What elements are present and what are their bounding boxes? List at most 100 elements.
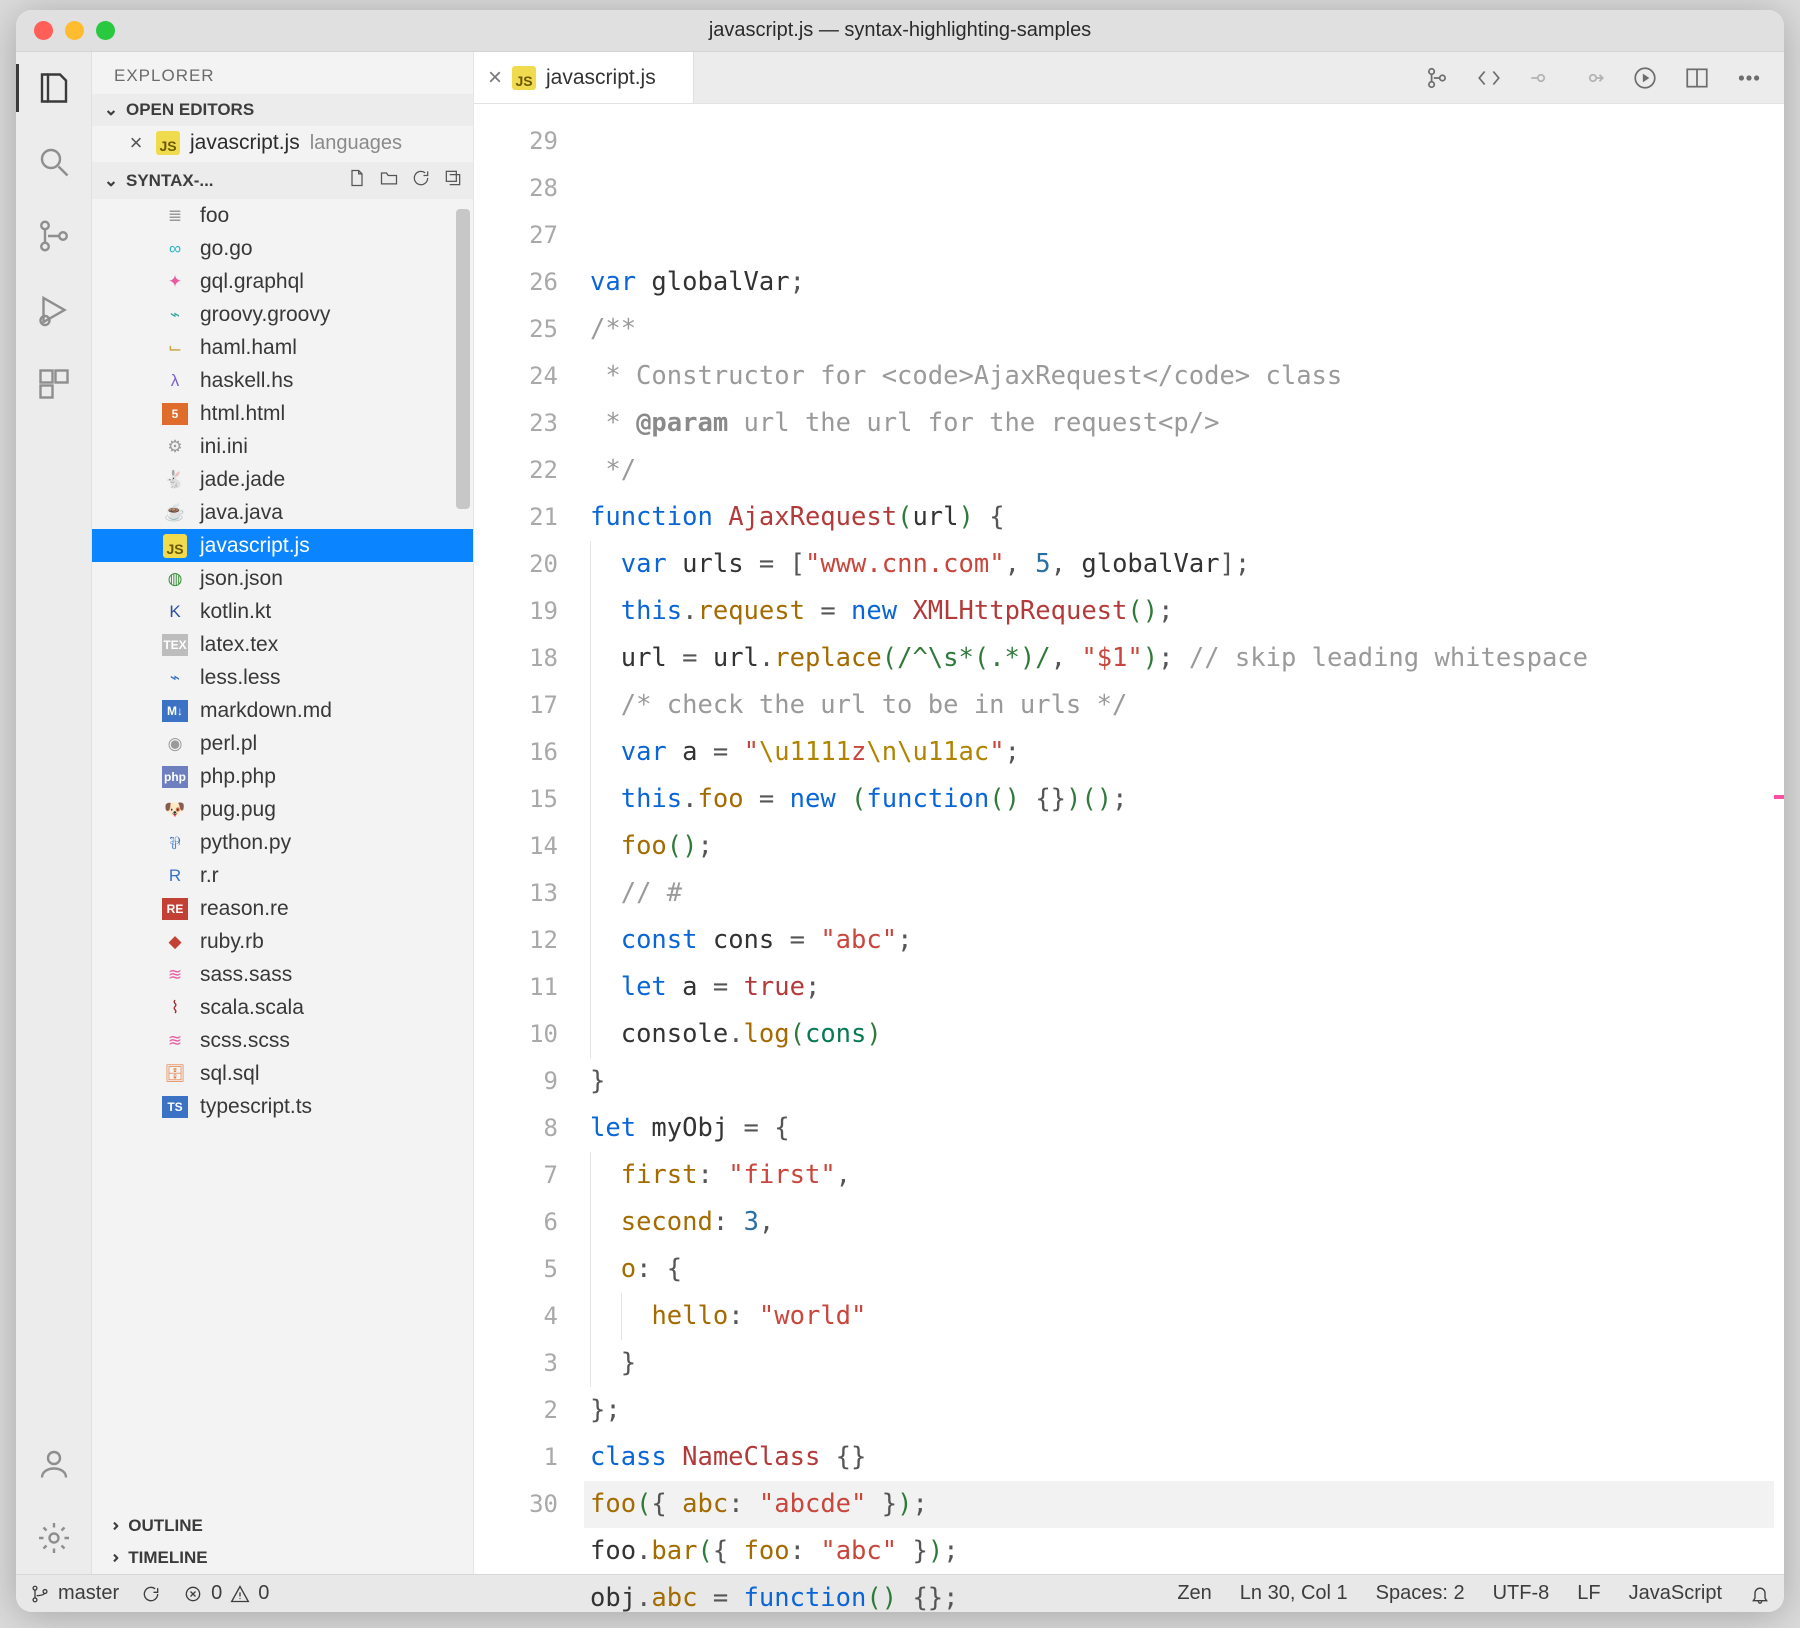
file-icon: λ (162, 370, 188, 392)
refresh-icon[interactable] (411, 168, 431, 193)
folder-toolbar (347, 168, 463, 193)
explorer-activity-icon[interactable] (34, 68, 74, 108)
tab-javascript[interactable]: × JS javascript.js (474, 52, 694, 103)
file-row[interactable]: 🐶 pug.pug (92, 793, 473, 826)
outline-header[interactable]: ⌄ OUTLINE (92, 1510, 473, 1542)
file-row[interactable]: ◉perl.pl (92, 727, 473, 760)
file-icon: ◍ (162, 568, 188, 590)
problems-status[interactable]: 0 0 (183, 1582, 269, 1605)
new-file-icon[interactable] (347, 168, 367, 193)
file-name: markdown.md (200, 699, 332, 723)
folder-label: SYNTAX-... (126, 171, 214, 191)
chevron-right-icon: ⌄ (103, 1551, 123, 1565)
file-name: jade.jade (200, 468, 285, 492)
file-icon: ⌁ (162, 667, 188, 689)
file-row[interactable]: λhaskell.hs (92, 364, 473, 397)
tab-bar: × JS javascript.js (474, 52, 1784, 104)
minimize-window-button[interactable] (65, 21, 84, 40)
next-change-icon[interactable] (1580, 65, 1606, 91)
zoom-window-button[interactable] (96, 21, 115, 40)
scrollbar-thumb[interactable] (456, 209, 470, 509)
file-row[interactable]: ⚙ini.ini (92, 430, 473, 463)
warning-count: 0 (258, 1582, 269, 1605)
close-editor-icon[interactable]: × (126, 130, 146, 156)
file-name: sql.sql (200, 1062, 260, 1086)
accounts-activity-icon[interactable] (34, 1444, 74, 1484)
file-row[interactable]: ≋scss.scss (92, 1024, 473, 1057)
file-row[interactable]: RE reason.re (92, 892, 473, 925)
collapse-all-icon[interactable] (443, 168, 463, 193)
close-window-button[interactable] (34, 21, 53, 40)
extensions-activity-icon[interactable] (34, 364, 74, 404)
file-row[interactable]: ✦gql.graphql (92, 265, 473, 298)
more-actions-icon[interactable] (1736, 65, 1762, 91)
file-row[interactable]: ⌇ scala.scala (92, 991, 473, 1024)
file-row[interactable]: ≋sass.sass (92, 958, 473, 991)
file-row[interactable]: ⌙haml.haml (92, 331, 473, 364)
file-icon: 🐶 (162, 799, 188, 821)
run-icon[interactable] (1632, 65, 1658, 91)
file-row[interactable]: Rr.r (92, 859, 473, 892)
file-row[interactable]: TStypescript.ts (92, 1090, 473, 1123)
open-changes-icon[interactable] (1476, 65, 1502, 91)
file-tree[interactable]: ≣foo ∞ go.go ✦gql.graphql⌁groovy.groovy⌙ham… (92, 199, 473, 1510)
app-window: javascript.js — syntax-highlighting-samp… (16, 10, 1784, 1612)
folder-header[interactable]: ⌄ SYNTAX-... (92, 162, 473, 199)
file-name: python.py (200, 831, 291, 855)
file-row[interactable]: ☕java.java (92, 496, 473, 529)
file-row[interactable]: ≣foo (92, 199, 473, 232)
file-name: go.go (200, 237, 253, 261)
overview-ruler[interactable] (1776, 104, 1784, 1574)
code-editor[interactable]: 2928272625242322212019181716151413121110… (474, 104, 1784, 1574)
timeline-header[interactable]: ⌄ TIMELINE (92, 1542, 473, 1574)
editor-area: × JS javascript.js 292827262524232221201… (474, 52, 1784, 1574)
file-row[interactable]: TEXlatex.tex (92, 628, 473, 661)
prev-change-icon[interactable] (1528, 65, 1554, 91)
sync-status[interactable] (141, 1584, 161, 1604)
file-row[interactable]: 🗄sql.sql (92, 1057, 473, 1090)
file-icon: ⅌ (162, 832, 188, 854)
compare-icon[interactable] (1424, 65, 1450, 91)
close-tab-icon[interactable]: × (488, 64, 502, 92)
outline-label: OUTLINE (128, 1516, 203, 1536)
file-row[interactable]: ◍ json.json (92, 562, 473, 595)
run-debug-activity-icon[interactable] (34, 290, 74, 330)
file-icon: RE (162, 898, 188, 920)
file-row[interactable]: ∞ go.go (92, 232, 473, 265)
file-row[interactable]: ⌁less.less (92, 661, 473, 694)
file-name: json.json (200, 567, 283, 591)
branch-name: master (58, 1582, 119, 1605)
source-control-activity-icon[interactable] (34, 216, 74, 256)
file-icon: ⚙ (162, 436, 188, 458)
search-activity-icon[interactable] (34, 142, 74, 182)
chevron-down-icon: ⌄ (102, 171, 120, 191)
code-content[interactable]: var globalVar;/** * Constructor for <cod… (584, 104, 1776, 1574)
open-editors-label: OPEN EDITORS (126, 100, 254, 120)
file-row[interactable]: ⌁groovy.groovy (92, 298, 473, 331)
file-row[interactable]: ◆ruby.rb (92, 925, 473, 958)
file-name: pug.pug (200, 798, 276, 822)
window-title: javascript.js — syntax-highlighting-samp… (16, 19, 1784, 42)
file-row[interactable]: ⅌ python.py (92, 826, 473, 859)
file-row[interactable]: JSjavascript.js (92, 529, 473, 562)
file-name: scss.scss (200, 1029, 290, 1053)
git-branch-status[interactable]: master (30, 1582, 119, 1605)
file-name: scala.scala (200, 996, 304, 1020)
file-row[interactable]: M↓markdown.md (92, 694, 473, 727)
file-row[interactable]: Kkotlin.kt (92, 595, 473, 628)
file-name: reason.re (200, 897, 289, 921)
file-icon: ⌇ (162, 997, 188, 1019)
settings-activity-icon[interactable] (34, 1518, 74, 1558)
file-name: foo (200, 204, 229, 228)
titlebar[interactable]: javascript.js — syntax-highlighting-samp… (16, 10, 1784, 52)
file-row[interactable]: 🐇jade.jade (92, 463, 473, 496)
file-icon: ∞ (162, 238, 188, 260)
new-folder-icon[interactable] (379, 168, 399, 193)
file-icon: ☕ (162, 502, 188, 524)
file-row[interactable]: 5html.html (92, 397, 473, 430)
file-icon: R (162, 865, 188, 887)
open-editor-item[interactable]: × JS javascript.js languages (92, 126, 473, 162)
file-row[interactable]: phpphp.php (92, 760, 473, 793)
open-editors-header[interactable]: ⌄ OPEN EDITORS (92, 94, 473, 126)
split-editor-icon[interactable] (1684, 65, 1710, 91)
